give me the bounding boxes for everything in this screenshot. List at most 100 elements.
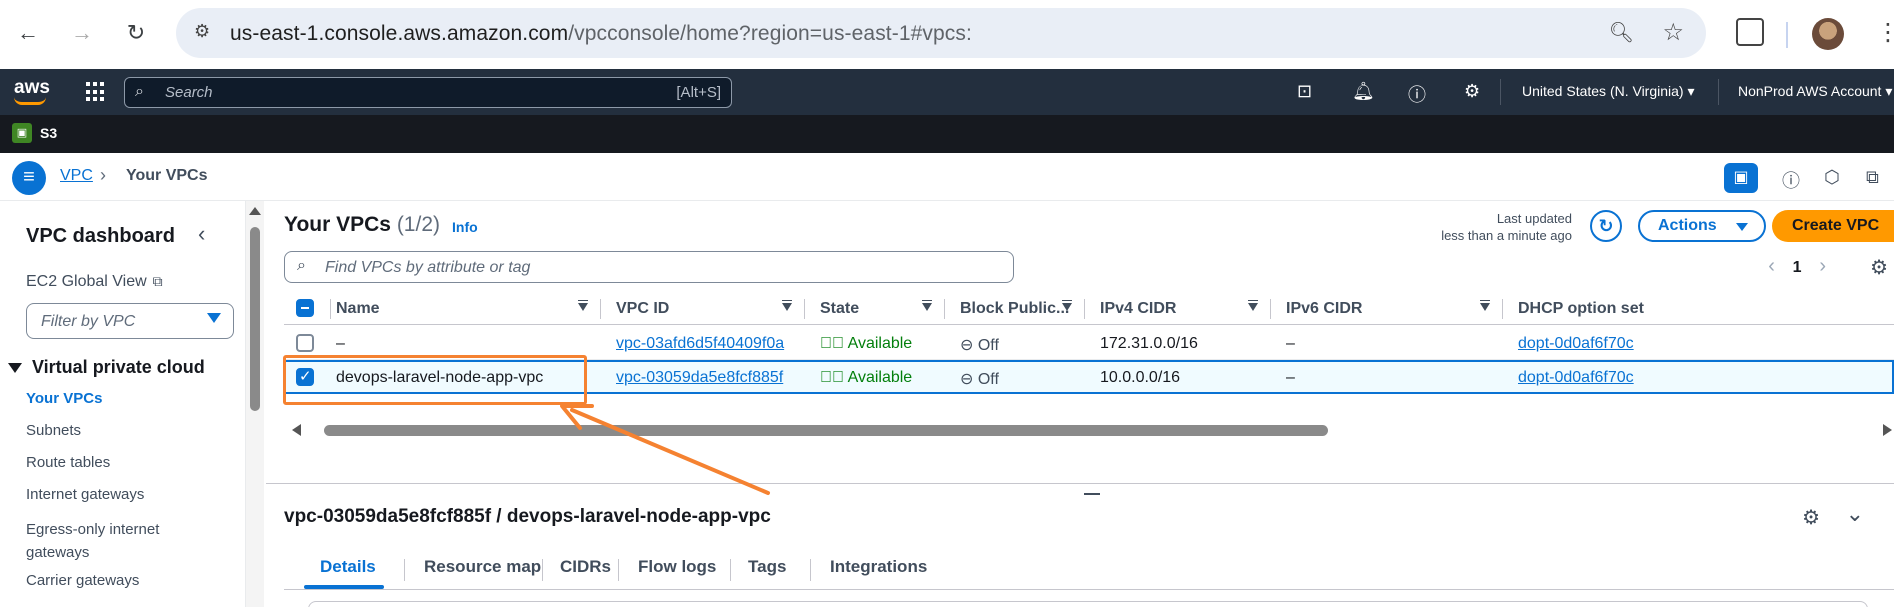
toolbar-divider [1786, 22, 1788, 48]
cell-vpc-id-link[interactable]: vpc-03afd6d5f40409f0a [616, 335, 784, 353]
actions-button[interactable]: Actions [1638, 210, 1766, 242]
sidebar-item-your-vpcs[interactable]: Your VPCs [26, 390, 102, 407]
scrollbar-thumb[interactable] [250, 227, 260, 411]
table-horizontal-scrollbar[interactable] [284, 421, 1894, 437]
table-header: Name VPC ID State Block Public... IPv4 C… [284, 291, 1894, 325]
search-input[interactable]: ⌕ Find VPCs by attribute or tag [284, 251, 1014, 283]
scroll-left-icon[interactable] [292, 424, 301, 436]
cell-vpc-id-link[interactable]: vpc-03059da5e8fcf885f [616, 369, 783, 387]
column-header-block-public[interactable]: Block Public... [960, 300, 1069, 318]
cell-dhcp-link[interactable]: dopt-0d0af6f70c [1518, 369, 1634, 387]
address-bar[interactable]: ⚙ us-east-1.console.aws.amazon.com/vpcco… [176, 8, 1706, 58]
create-vpc-button[interactable]: Create VPC [1772, 210, 1894, 242]
cell-name: – [336, 335, 345, 352]
next-page-icon[interactable]: › [1819, 255, 1826, 277]
scrollbar-thumb[interactable] [324, 425, 1328, 436]
chevron-down-icon[interactable]: ⌄ [1846, 501, 1864, 527]
profile-avatar[interactable] [1812, 18, 1844, 50]
cell-dhcp-link[interactable]: dopt-0d0af6f70c [1518, 335, 1634, 353]
tab-cidrs[interactable]: CIDRs [560, 557, 611, 577]
sidebar-item-egress-only-gateways[interactable]: Egress-only internet gateways [26, 518, 196, 564]
tab-integrations[interactable]: Integrations [830, 557, 927, 577]
caret-down-icon [207, 313, 221, 323]
aws-logo[interactable]: aws [14, 77, 50, 105]
sort-icon[interactable] [1062, 300, 1072, 311]
split-panel-divider[interactable] [266, 483, 1894, 484]
tab-details[interactable]: Details [320, 557, 376, 577]
url-text[interactable]: us-east-1.console.aws.amazon.com/vpccons… [230, 22, 972, 46]
forward-icon[interactable]: → [66, 17, 98, 49]
info-panel-icon[interactable]: ⓘ [1782, 167, 1800, 193]
sort-icon[interactable] [1480, 300, 1490, 311]
page-number[interactable]: 1 [1793, 259, 1802, 276]
region-selector[interactable]: United States (N. Virginia) ▾ [1522, 83, 1695, 100]
cell-ipv4-cidr: 10.0.0.0/16 [1100, 369, 1181, 386]
column-header-ipv6-cidr[interactable]: IPv6 CIDR [1286, 300, 1362, 318]
column-divider [1084, 299, 1085, 319]
sort-icon[interactable] [578, 300, 588, 311]
nav-divider [1718, 79, 1719, 105]
help-icon[interactable]: ⓘ [1408, 81, 1426, 107]
previous-page-icon[interactable]: ‹ [1768, 255, 1775, 277]
column-divider [600, 299, 601, 319]
sidebar-item-carrier-gateways[interactable]: Carrier gateways [26, 572, 139, 589]
table-preferences-icon[interactable]: ⚙ [1870, 255, 1888, 280]
sidebar-item-route-tables[interactable]: Route tables [26, 454, 110, 471]
side-nav-toggle-icon[interactable]: ≡ [12, 161, 46, 195]
chevron-right-icon: › [100, 165, 106, 185]
scroll-up-icon[interactable] [249, 207, 261, 215]
column-divider [1270, 299, 1271, 319]
collapse-sidebar-icon[interactable]: ‹ [198, 221, 205, 247]
sidebar-scrollbar[interactable] [246, 201, 264, 607]
tab-tags[interactable]: Tags [748, 557, 786, 577]
screen-share-icon[interactable]: ⧉ [1866, 167, 1879, 188]
column-header-state[interactable]: State [820, 300, 859, 318]
split-panel-settings-icon[interactable]: ⚙ [1802, 505, 1820, 530]
extensions-icon[interactable] [1736, 18, 1764, 46]
sidebar-section-virtual-private-cloud[interactable]: Virtual private cloud [8, 357, 205, 378]
minus-circle-icon: ⊖ [960, 337, 974, 354]
browser-menu-icon[interactable]: ⋮ [1876, 18, 1894, 47]
favorites-bar: ▣ S3 [0, 115, 1894, 153]
column-header-ipv4-cidr[interactable]: IPv4 CIDR [1100, 300, 1176, 318]
breadcrumb-vpc-link[interactable]: VPC [60, 167, 93, 185]
cloudshell-icon[interactable]: ⊡ [1297, 81, 1312, 102]
back-icon[interactable]: ← [12, 17, 44, 49]
last-updated: Last updated less than a minute ago [1441, 211, 1572, 243]
favorite-s3-link[interactable]: S3 [40, 125, 57, 141]
row-checkbox[interactable] [296, 334, 314, 352]
sidebar-title[interactable]: VPC dashboard [26, 225, 175, 248]
scroll-right-icon[interactable] [1883, 424, 1892, 436]
split-panel-toggle-icon[interactable]: ▣ [1724, 163, 1758, 193]
sidebar-item-subnets[interactable]: Subnets [26, 422, 81, 439]
search-shortcut: [Alt+S] [676, 84, 721, 101]
column-header-name[interactable]: Name [336, 300, 380, 318]
sort-icon[interactable] [922, 300, 932, 311]
sort-icon[interactable] [782, 300, 792, 311]
select-all-checkbox[interactable] [296, 299, 314, 317]
notifications-bell-icon[interactable]: 🔔︎ [1352, 81, 1375, 102]
s3-service-icon[interactable]: ▣ [12, 123, 32, 143]
column-header-vpc-id[interactable]: VPC ID [616, 300, 669, 318]
breadcrumb-current: Your VPCs [126, 167, 208, 184]
info-link[interactable]: Info [452, 219, 478, 235]
resize-handle-icon[interactable] [1084, 493, 1100, 495]
check-circle-icon: ✓⃝ [820, 369, 844, 386]
tab-resource-map[interactable]: Resource map [424, 557, 541, 577]
feedback-icon[interactable]: ⬡ [1824, 167, 1840, 188]
aws-search-input[interactable]: ⌕ Search [Alt+S] [124, 77, 732, 108]
settings-gear-icon[interactable]: ⚙ [1464, 81, 1480, 102]
site-info-icon[interactable]: ⚙ [194, 21, 210, 42]
filter-by-vpc-select[interactable]: Filter by VPC [26, 303, 234, 339]
column-header-dhcp-option-set[interactable]: DHCP option set [1518, 300, 1644, 318]
reload-icon[interactable]: ↻ [120, 17, 152, 49]
services-grid-icon[interactable] [86, 82, 106, 102]
search-page-icon[interactable]: 🔍︎ [1609, 20, 1634, 45]
tab-flow-logs[interactable]: Flow logs [638, 557, 716, 577]
account-menu[interactable]: NonProd AWS Account ▾ [1738, 83, 1892, 100]
refresh-button[interactable]: ↻ [1590, 210, 1622, 242]
sort-icon[interactable] [1248, 300, 1258, 311]
bookmark-star-icon[interactable]: ☆ [1662, 18, 1684, 47]
sidebar-item-internet-gateways[interactable]: Internet gateways [26, 486, 144, 503]
sidebar-item-ec2-global-view[interactable]: EC2 Global View ⧉ [26, 273, 163, 291]
